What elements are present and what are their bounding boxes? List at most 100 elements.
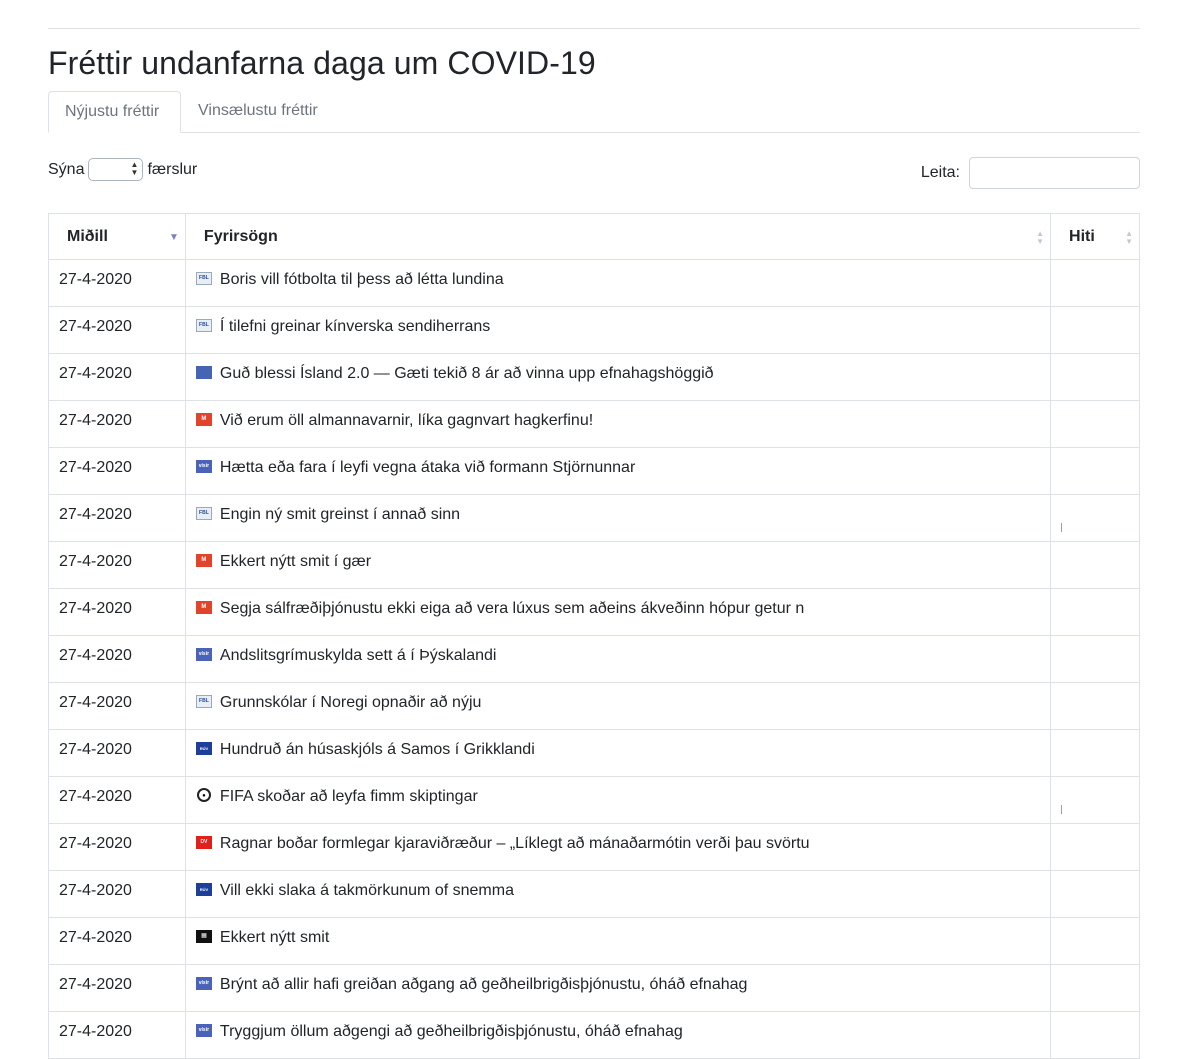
row-date: 27-4-2020	[48, 729, 186, 777]
headline-link[interactable]: Brýnt að allir hafi greiðan aðgang að ge…	[220, 976, 748, 993]
search-control: Leita:	[921, 157, 1140, 189]
row-date: 27-4-2020	[48, 1011, 186, 1059]
search-label: Leita:	[920, 164, 960, 181]
headline-link[interactable]: Andslitsgrímuskylda sett á í Þýskalandi	[220, 647, 497, 664]
headline-link[interactable]: Ekkert nýtt smit í gær	[220, 553, 371, 570]
table-row[interactable]: 27-4-2020 ● FIFA skoðar að leyfa fimm skip…	[48, 776, 1140, 824]
table-row[interactable]: 27-4-2020 vísir Andslitsgrímuskylda sett á…	[48, 635, 1140, 683]
headline-link[interactable]: Engin ný smit greinst í annað sinn	[220, 506, 460, 523]
headline-link[interactable]: Ekkert nýtt smit	[220, 929, 329, 946]
row-heat-cell	[1050, 776, 1140, 824]
page-title: Fréttir undanfarna daga um COVID-19	[48, 45, 596, 81]
top-divider	[48, 28, 1140, 29]
row-date: 27-4-2020	[48, 823, 186, 871]
row-heat-cell	[1050, 541, 1140, 589]
table-row[interactable]: 27-4-2020 Guð blessi Ísland 2.0 — Gæti te…	[48, 353, 1140, 401]
headline-link[interactable]: Boris vill fótbolta til þess að létta lu…	[220, 271, 504, 288]
table-row[interactable]: 27-4-2020 ▦ Ekkert nýtt smit	[48, 917, 1140, 965]
ruv-icon: RÚV	[195, 742, 212, 755]
ruv-icon: RÚV	[195, 883, 212, 896]
headline-link[interactable]: Í tilefni greinar kínverska sendiherrans	[220, 318, 490, 335]
headline-link[interactable]: Tryggjum öllum aðgengi að geðheilbrigðis…	[220, 1023, 683, 1040]
column-header-heat[interactable]: Hiti ▲ ▼	[1050, 213, 1140, 260]
table-row[interactable]: 27-4-2020 vísir Hætta eða fara í leyfi veg…	[48, 447, 1140, 495]
row-heat-cell	[1050, 823, 1140, 871]
table-row[interactable]: 27-4-2020 M Við erum öll almannavarnir, lí…	[48, 400, 1140, 448]
visir-icon: vísir	[195, 648, 212, 661]
fbl-icon: FBL	[195, 507, 212, 520]
row-date: 27-4-2020	[48, 588, 186, 636]
row-heat-cell	[1050, 400, 1140, 448]
row-date: 27-4-2020	[48, 682, 186, 730]
table-row[interactable]: 27-4-2020 M Ekkert nýtt smit í gær	[48, 541, 1140, 589]
column-header-source[interactable]: Miðill ▼	[48, 213, 186, 260]
row-date: 27-4-2020	[48, 494, 186, 542]
headline-link[interactable]: Grunnskólar í Noregi opnaðir að nýju	[220, 694, 481, 711]
row-heat-cell	[1050, 870, 1140, 918]
length-prefix-label: Sýna	[48, 160, 85, 178]
row-date: 27-4-2020	[48, 353, 186, 401]
row-date: 27-4-2020	[48, 447, 186, 495]
row-headline-cell: FBL Grunnskólar í Noregi opnaðir að nýju	[184, 682, 1052, 730]
headline-link[interactable]: Hundruð án húsaskjóls á Samos í Grikklan…	[220, 741, 535, 758]
visir-icon: vísir	[195, 1024, 212, 1037]
table-row[interactable]: 27-4-2020 FBL Grunnskólar í Noregi opnaðir…	[48, 682, 1140, 730]
row-heat-cell	[1050, 964, 1140, 1012]
row-headline-cell: vísir Brýnt að allir hafi greiðan aðgang …	[184, 964, 1052, 1012]
mbl-icon: M	[195, 601, 212, 614]
table-row[interactable]: 27-4-2020 RÚV Vill ekki slaka á takmörkunu…	[48, 870, 1140, 918]
kjarninn-icon	[195, 366, 212, 379]
table-row[interactable]: 27-4-2020 FBL Boris vill fótbolta til þess…	[48, 259, 1140, 307]
table-row[interactable]: 27-4-2020 DV Ragnar boðar formlegar kjarav…	[48, 823, 1140, 871]
table-row[interactable]: 27-4-2020 FBL Í tilefni greinar kínverska …	[48, 306, 1140, 354]
length-suffix-label: færslur	[147, 160, 198, 178]
table-row[interactable]: 27-4-2020 vísir Tryggjum öllum aðgengi að …	[48, 1011, 1140, 1059]
sort-both-icon: ▲ ▼	[1036, 229, 1045, 246]
table-row[interactable]: 27-4-2020 M Segja sálfræðiþjónustu ekki ei…	[48, 588, 1140, 636]
row-heat-cell	[1050, 306, 1140, 354]
headline-link[interactable]: Vill ekki slaka á takmörkunum of snemma	[220, 882, 514, 899]
entries-length-control: Sýna ▲ ▼ færslur	[48, 158, 197, 181]
table-row[interactable]: 27-4-2020 FBL Engin ný smit greinst í anna…	[48, 494, 1140, 542]
headline-link[interactable]: Við erum öll almannavarnir, líka gagnvar…	[220, 412, 593, 429]
row-headline-cell: ● FIFA skoðar að leyfa fimm skiptingar	[184, 776, 1052, 824]
mbl-icon: M	[195, 413, 212, 426]
row-date: 27-4-2020	[48, 964, 186, 1012]
tab-most-popular[interactable]: Vinsælustu fréttir	[182, 91, 334, 133]
row-date: 27-4-2020	[48, 259, 186, 307]
table-row[interactable]: 27-4-2020 RÚV Hundruð án húsaskjóls á Samo…	[48, 729, 1140, 777]
row-headline-cell: M Segja sálfræðiþjónustu ekki eiga að ver…	[184, 588, 1052, 636]
row-headline-cell: vísir Hætta eða fara í leyfi vegna átaka …	[184, 447, 1052, 495]
sort-desc-icon: ▼	[169, 232, 179, 243]
headline-link[interactable]: Guð blessi Ísland 2.0 — Gæti tekið 8 ár …	[220, 365, 714, 382]
row-date: 27-4-2020	[48, 776, 186, 824]
headline-link[interactable]: Hætta eða fara í leyfi vegna átaka við f…	[220, 459, 635, 476]
row-headline-cell: vísir Tryggjum öllum aðgengi að geðheilbr…	[184, 1011, 1052, 1059]
tab-newest[interactable]: Nýjustu fréttir	[48, 91, 181, 133]
headline-link[interactable]: Segja sálfræðiþjónustu ekki eiga að vera…	[220, 600, 804, 617]
row-heat-cell	[1050, 353, 1140, 401]
visir-icon: vísir	[195, 460, 212, 473]
row-heat-cell	[1050, 588, 1140, 636]
table-row[interactable]: 27-4-2020 vísir Brýnt að allir hafi greiða…	[48, 964, 1140, 1012]
row-date: 27-4-2020	[48, 870, 186, 918]
row-date: 27-4-2020	[48, 917, 186, 965]
headline-link[interactable]: FIFA skoðar að leyfa fimm skiptingar	[220, 788, 478, 805]
fbl-icon: FBL	[195, 319, 212, 332]
row-headline-cell: M Við erum öll almannavarnir, líka gagnva…	[184, 400, 1052, 448]
row-heat-cell	[1050, 1011, 1140, 1059]
headline-link[interactable]: Ragnar boðar formlegar kjaraviðræður – „…	[220, 835, 810, 852]
row-date: 27-4-2020	[48, 541, 186, 589]
row-headline-cell: FBL Í tilefni greinar kínverska sendiherr…	[184, 306, 1052, 354]
black-icon: ▦	[195, 930, 212, 943]
column-header-headline[interactable]: Fyrirsögn ▲ ▼	[184, 213, 1052, 260]
news-table-body: 27-4-2020 FBL Boris vill fótbolta til þess…	[48, 259, 1140, 1059]
fbl-icon: FBL	[195, 695, 212, 708]
visir-icon: vísir	[195, 977, 212, 990]
table-header-row: Miðill ▼ Fyrirsögn ▲ ▼ Hiti ▲ ▼	[48, 213, 1140, 260]
sort-both-icon: ▲ ▼	[1125, 229, 1133, 246]
fbl-icon: FBL	[195, 272, 212, 285]
search-input[interactable]	[969, 157, 1140, 189]
entries-count-select[interactable]: ▲ ▼	[88, 158, 144, 181]
row-heat-cell	[1050, 729, 1140, 777]
